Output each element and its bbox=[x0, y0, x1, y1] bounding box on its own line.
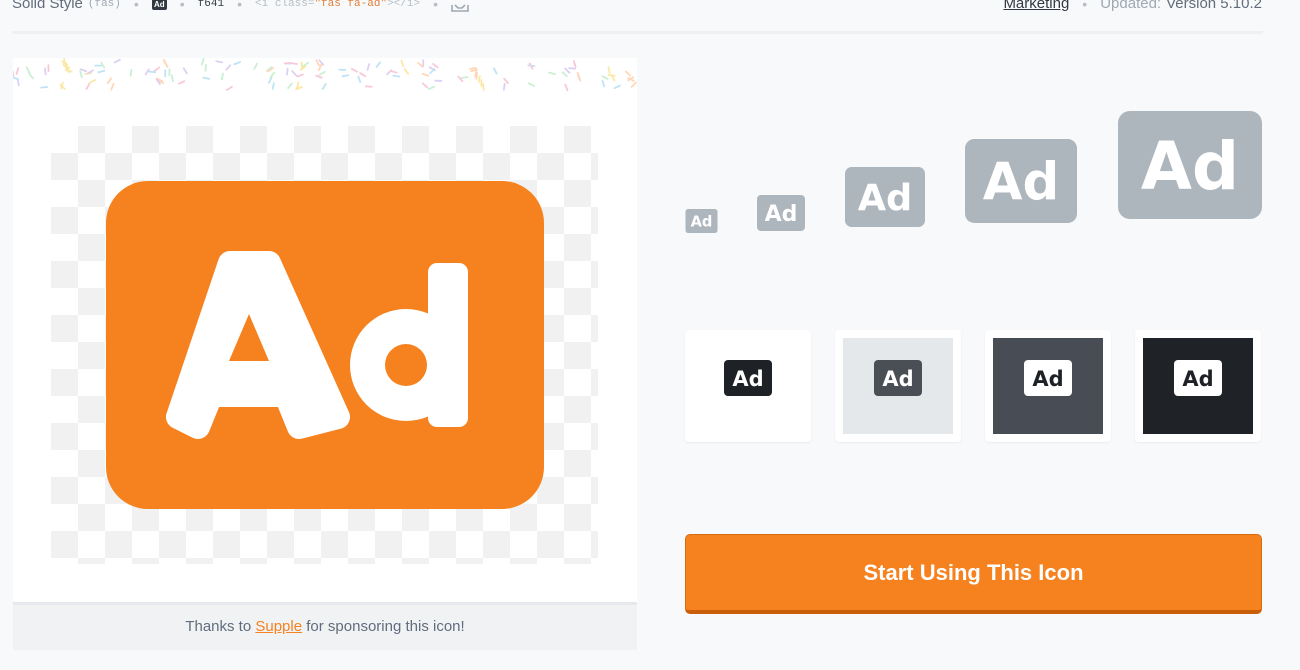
icon-preview-card: Thanks to Supple for sponsoring this ico… bbox=[13, 58, 637, 650]
separator-dot: • bbox=[237, 0, 243, 12]
size-preview-xs[interactable]: Ad bbox=[685, 209, 718, 233]
ad-icon: Ad bbox=[1174, 360, 1222, 396]
markup-snippet[interactable]: <i class="fas fa-ad"></i> bbox=[255, 0, 420, 14]
divider bbox=[12, 31, 1263, 34]
updated-version: Version 5.10.2 bbox=[1166, 0, 1262, 12]
icon-meta-bar: Solid Style (fas) • Ad • f641 • <i class… bbox=[12, 0, 1262, 14]
sponsor-prefix: Thanks to bbox=[185, 618, 252, 635]
meta-right: Marketing • Updated: Version 5.10.2 bbox=[1003, 0, 1262, 14]
size-preview-xl[interactable]: Ad bbox=[1118, 111, 1262, 219]
updated-label: Updated: bbox=[1100, 0, 1162, 12]
size-label: Ad bbox=[983, 153, 1059, 213]
size-label: Ad bbox=[1141, 128, 1239, 205]
markup-open: <i class= bbox=[255, 0, 315, 10]
tray-download-icon[interactable] bbox=[451, 0, 469, 12]
style-code: (fas) bbox=[87, 0, 121, 10]
ad-icon bbox=[106, 181, 544, 509]
sponsor-link[interactable]: Supple bbox=[255, 618, 302, 635]
ad-icon: Ad bbox=[874, 360, 922, 396]
size-preview-sm[interactable]: Ad bbox=[757, 195, 805, 231]
background-swatch-darkest[interactable]: Ad bbox=[1135, 330, 1261, 442]
separator-dot: • bbox=[1082, 0, 1088, 12]
swatch-label: Ad bbox=[1032, 367, 1063, 391]
ad-glyph-icon[interactable]: Ad bbox=[151, 0, 167, 10]
separator-dot: • bbox=[433, 0, 438, 12]
markup-class: "fas fa-ad" bbox=[314, 0, 388, 10]
unicode-value[interactable]: f641 bbox=[198, 0, 224, 14]
category-link-marketing[interactable]: Marketing bbox=[1003, 0, 1069, 14]
size-label: Ad bbox=[858, 176, 913, 219]
swatch-label: Ad bbox=[882, 367, 913, 391]
ad-icon: Ad bbox=[724, 360, 772, 396]
sponsor-bar: Thanks to Supple for sponsoring this ico… bbox=[13, 602, 637, 650]
sprinkles-decoration bbox=[13, 58, 637, 92]
background-swatch-white[interactable]: Ad bbox=[685, 330, 811, 442]
background-swatch-light[interactable]: Ad bbox=[835, 330, 961, 442]
markup-close: ></i> bbox=[387, 0, 421, 10]
size-label: Ad bbox=[765, 202, 798, 227]
meta-left: Solid Style (fas) • Ad • f641 • <i class… bbox=[12, 0, 469, 14]
size-preview-md[interactable]: Ad bbox=[845, 167, 925, 227]
separator-dot: • bbox=[179, 0, 185, 12]
size-label: Ad bbox=[691, 213, 713, 230]
swatch-label: Ad bbox=[1182, 367, 1213, 391]
sponsor-suffix: for sponsoring this icon! bbox=[306, 618, 465, 635]
ad-icon: Ad bbox=[1024, 360, 1072, 396]
start-using-icon-button[interactable]: Start Using This Icon bbox=[685, 534, 1262, 614]
style-name: Solid Style bbox=[12, 0, 83, 12]
background-swatch-dark[interactable]: Ad bbox=[985, 330, 1111, 442]
size-preview-lg[interactable]: Ad bbox=[965, 139, 1077, 223]
swatch-label: Ad bbox=[732, 367, 763, 391]
separator-dot: • bbox=[133, 0, 139, 12]
